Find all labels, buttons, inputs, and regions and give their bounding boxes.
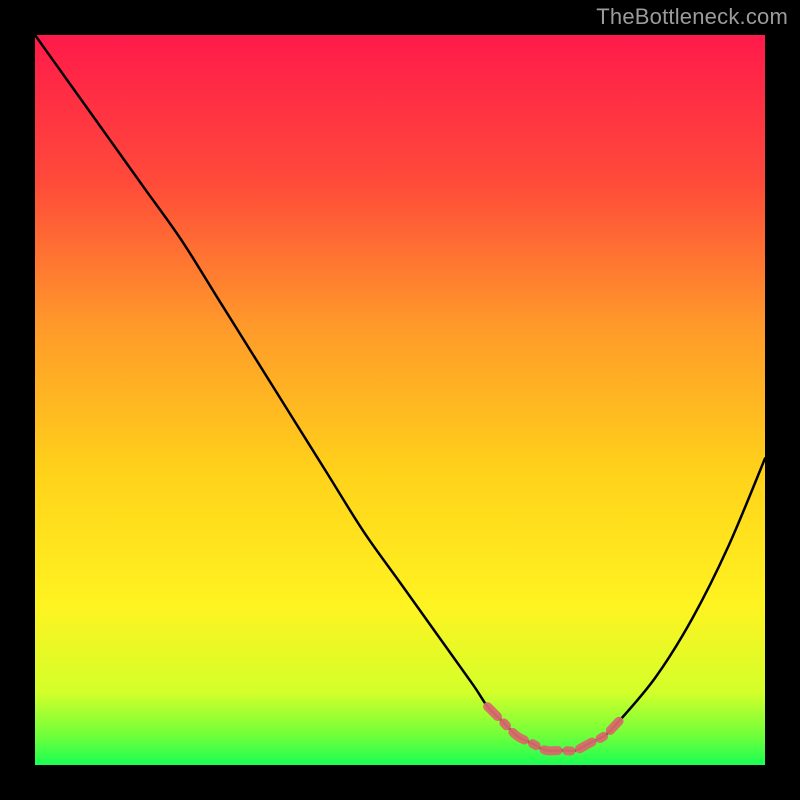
chart-frame: TheBottleneck.com <box>0 0 800 800</box>
plot-area <box>35 35 765 765</box>
bottleneck-chart <box>35 35 765 765</box>
gradient-background <box>35 35 765 765</box>
watermark-text: TheBottleneck.com <box>596 4 788 30</box>
